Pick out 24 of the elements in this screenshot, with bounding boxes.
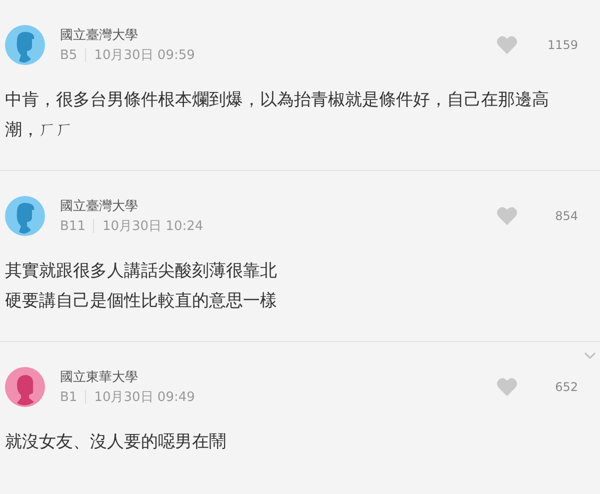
heart-icon[interactable]: [496, 206, 518, 226]
heart-icon[interactable]: [496, 377, 518, 397]
post-time: 10月30日 10:24: [102, 218, 204, 235]
heart-icon[interactable]: [496, 35, 518, 55]
floor-number: B1: [60, 390, 78, 404]
school-name: 國立東華大學: [60, 369, 139, 386]
comment-text: 潮，ㄏㄏ: [5, 119, 74, 142]
avatar-icon: [5, 196, 45, 236]
school-name: 國立臺灣大學: [60, 27, 139, 44]
avatar-icon: [5, 25, 45, 65]
like-count: 652: [554, 380, 578, 394]
comment-text: 硬要講自己是個性比較直的意思一樣: [5, 290, 278, 313]
comment-text: 就沒女友、沒人要的噁男在鬧: [5, 431, 227, 454]
like-count: 1159: [546, 38, 578, 52]
floor-number: B5: [60, 48, 78, 62]
avatar-icon: [5, 367, 45, 407]
school-name: 國立臺灣大學: [60, 198, 139, 215]
floor-number: B11: [60, 218, 86, 234]
chevron-down-icon[interactable]: [584, 352, 596, 360]
post-time: 10月30日 09:59: [94, 47, 195, 64]
comment-text: 中肯，很多台男條件根本爛到爆，以為抬青椒就是條件好，自己在那邊高: [5, 89, 550, 112]
post-time: 10月30日 09:49: [94, 389, 195, 406]
like-count: 854: [554, 209, 578, 223]
comment-text: 其實就跟很多人講話尖酸刻薄很靠北: [5, 260, 278, 283]
